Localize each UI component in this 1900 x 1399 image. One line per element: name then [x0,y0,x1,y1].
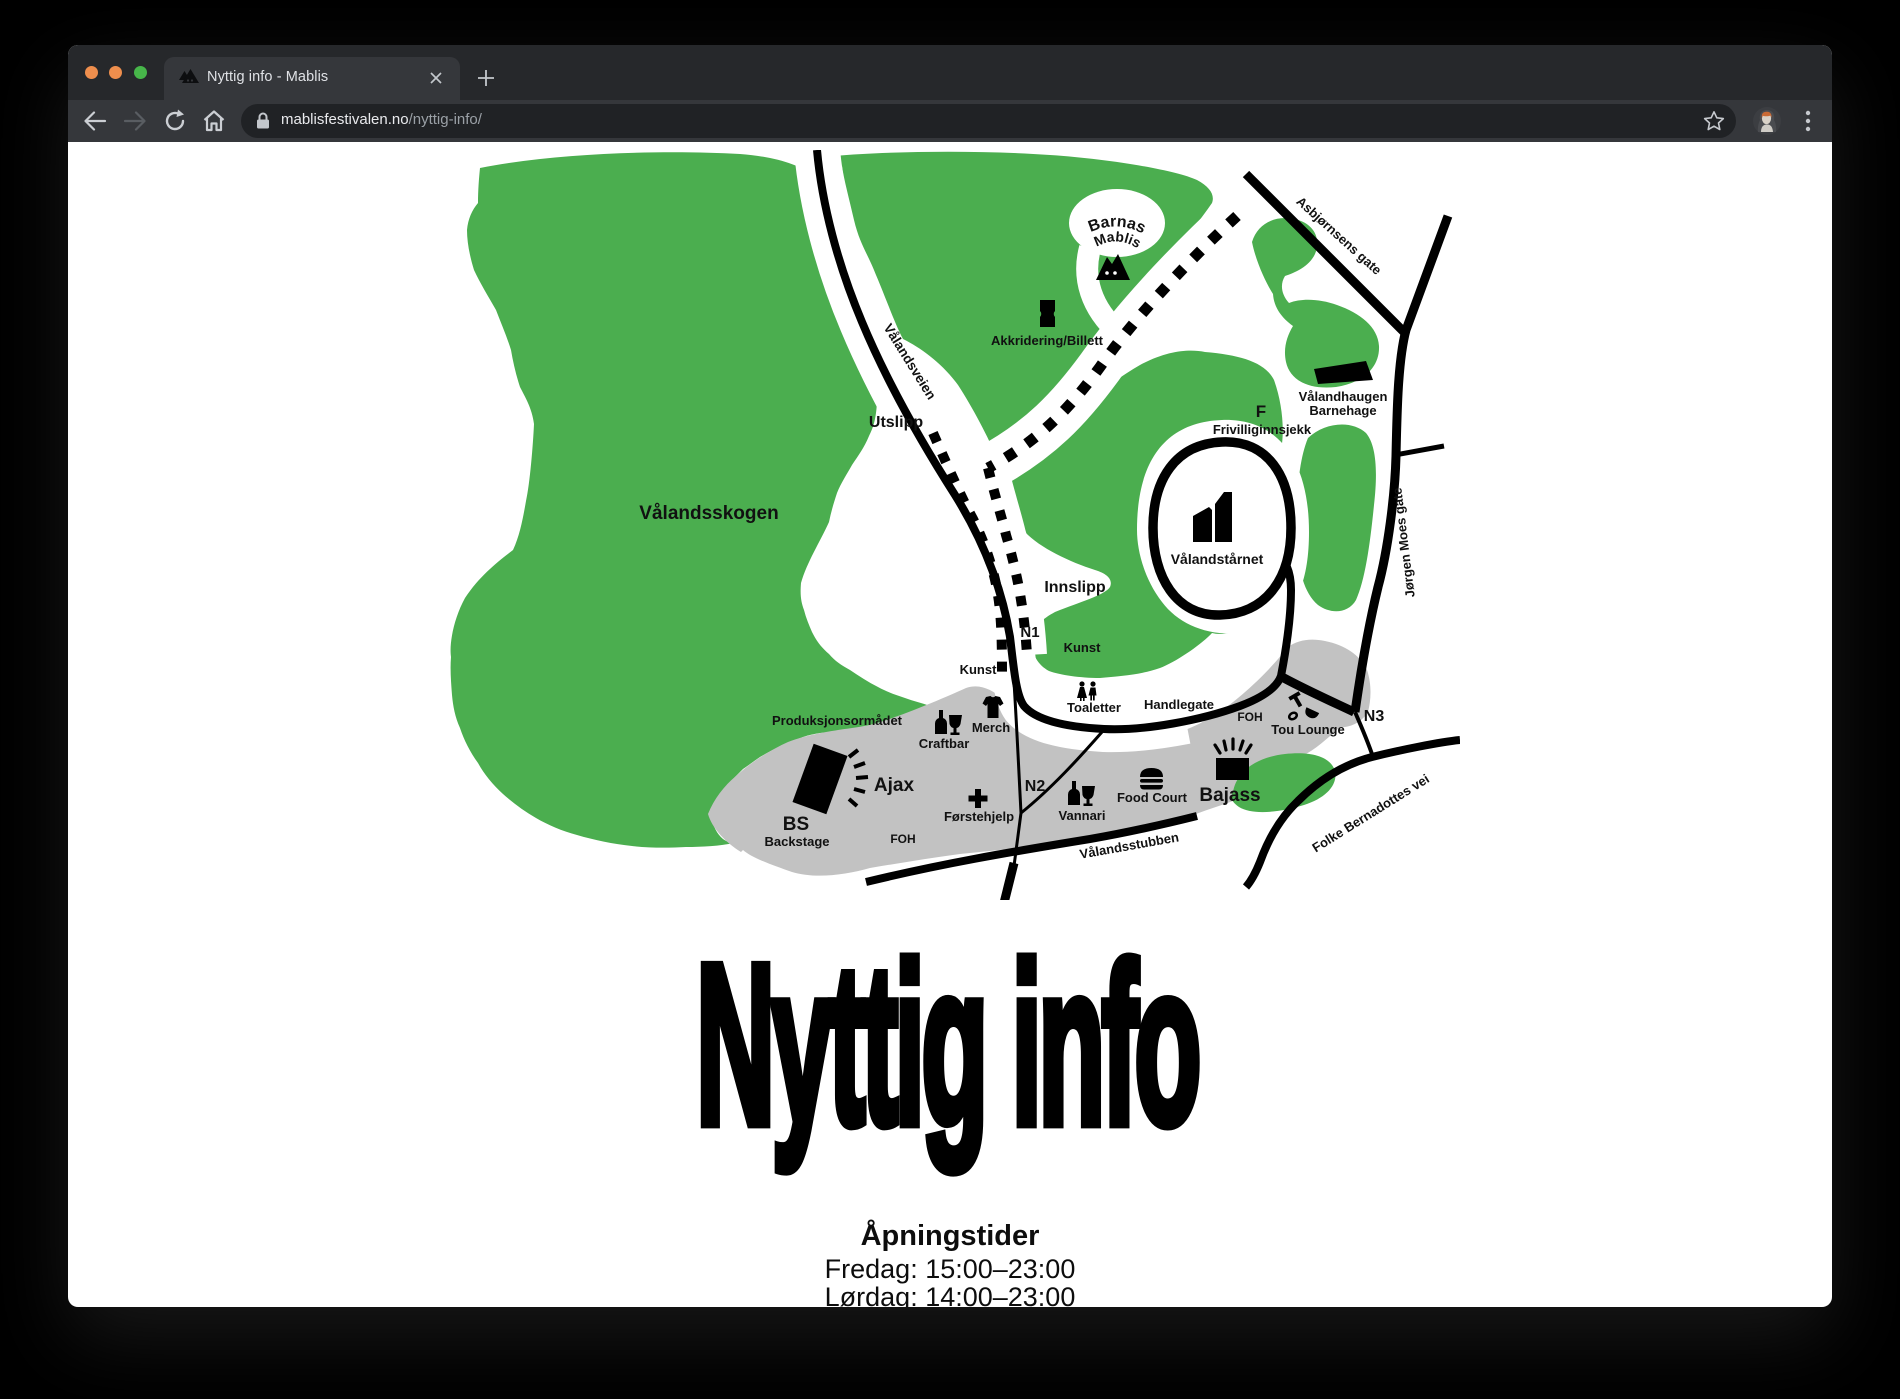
svg-text:Utslipp: Utslipp [869,414,923,431]
svg-text:Nyttig info: Nyttig info [696,942,1198,1171]
svg-text:Innslipp: Innslipp [1044,579,1106,596]
svg-text:N3: N3 [1364,708,1385,725]
svg-text:Food Court: Food Court [1117,790,1188,805]
svg-text:BS: BS [783,814,809,835]
svg-text:Kunst: Kunst [960,662,998,677]
svg-text:F: F [1256,402,1266,421]
svg-text:Vålandsskogen: Vålandsskogen [639,503,778,524]
svg-text:Craftbar: Craftbar [919,736,970,751]
svg-text:Førstehjelp: Førstehjelp [944,809,1014,824]
svg-text:Jørgen Moes gate: Jørgen Moes gate [1389,487,1417,599]
svg-text:Handlegate: Handlegate [1144,697,1214,712]
svg-text:Produksjonsormådet: Produksjonsormådet [772,713,903,728]
svg-text:N2: N2 [1025,778,1046,795]
svg-text:Toaletter: Toaletter [1067,700,1121,715]
svg-text:Bajass: Bajass [1199,785,1260,806]
svg-text:Vålandhaugen: Vålandhaugen [1299,389,1388,404]
svg-text:Backstage: Backstage [764,834,829,849]
svg-text:Akkridering/Billett: Akkridering/Billett [991,333,1104,348]
svg-text:Ajax: Ajax [874,775,915,796]
svg-text:Frivilliginnsjekk: Frivilliginnsjekk [1213,422,1312,437]
svg-text:Kunst: Kunst [1064,640,1102,655]
svg-text:FOH: FOH [890,832,915,846]
svg-text:N1: N1 [1020,624,1039,641]
svg-text:FOH: FOH [1237,710,1262,724]
svg-text:Barnehage: Barnehage [1309,403,1376,418]
svg-text:Vannari: Vannari [1059,808,1106,823]
svg-text:Merch: Merch [972,720,1010,735]
svg-text:Vålandstårnet: Vålandstårnet [1171,551,1264,567]
svg-text:Tou Lounge: Tou Lounge [1271,722,1344,737]
